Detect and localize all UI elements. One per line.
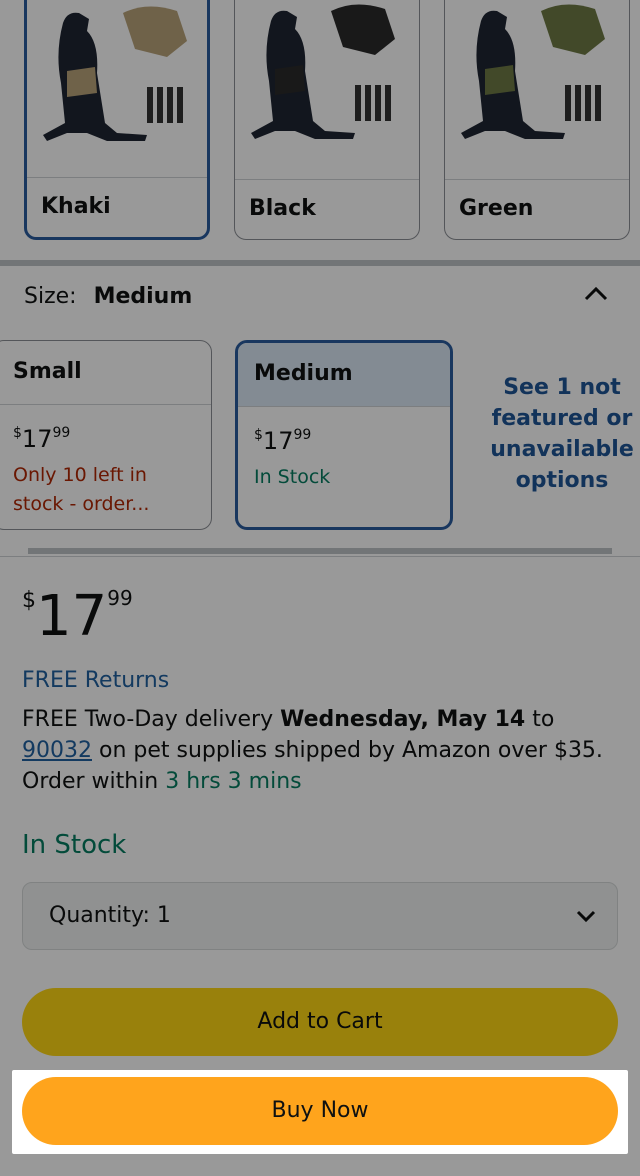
- stock-status: In Stock: [22, 830, 127, 860]
- product-image: [235, 0, 419, 181]
- size-option-small[interactable]: Small $1799 Only 10 left in stock - orde…: [0, 340, 212, 530]
- price: $1799: [22, 584, 133, 649]
- swatch-label: Black: [235, 179, 419, 239]
- buy-now-button[interactable]: Buy Now: [22, 1077, 618, 1145]
- add-to-cart-button[interactable]: Add to Cart: [22, 988, 618, 1056]
- size-option-price: $1799: [0, 405, 211, 453]
- price-fraction: 99: [107, 586, 133, 610]
- order-within-time: 3 hrs 3 mins: [165, 769, 302, 794]
- size-option-medium[interactable]: Medium $1799 In Stock: [235, 340, 453, 530]
- product-image: [27, 0, 207, 183]
- quantity-label: Quantity: 1: [49, 903, 171, 928]
- size-option-price: $1799: [238, 407, 450, 455]
- delivery-date: Wednesday, May 14: [280, 707, 526, 732]
- delivery-to: to: [532, 707, 555, 732]
- price-fraction: 99: [52, 425, 71, 441]
- color-swatch-green[interactable]: Green: [444, 0, 630, 240]
- price-whole: 17: [36, 584, 108, 649]
- availability-text: Only 10 left in stock - order...: [13, 464, 150, 515]
- swatch-label: Khaki: [27, 177, 207, 237]
- order-within-prefix: Order within: [22, 769, 159, 794]
- product-page: Khaki Black Green Size: Medium Small $17…: [0, 0, 640, 1176]
- section-divider: [0, 556, 640, 557]
- size-option-name: Medium: [238, 343, 450, 407]
- scroll-indicator: [28, 548, 612, 554]
- color-swatch-khaki[interactable]: Khaki: [24, 0, 210, 240]
- see-more-options-link[interactable]: See 1 not featured or unavailable option…: [486, 372, 638, 496]
- chevron-down-icon: [575, 905, 597, 927]
- swatch-label: Green: [445, 179, 629, 239]
- price-fraction: 99: [293, 427, 312, 443]
- delivery-suffix: on pet supplies shipped by Amazon over $…: [99, 738, 603, 763]
- zip-code-link[interactable]: 90032: [22, 738, 92, 763]
- product-image: [445, 0, 629, 181]
- size-selector-header: Size: Medium: [24, 284, 192, 309]
- currency-symbol: $: [13, 425, 22, 441]
- delivery-message: FREE Two-Day delivery Wednesday, May 14 …: [22, 704, 622, 797]
- size-value: Medium: [93, 284, 193, 309]
- section-divider: [0, 260, 640, 266]
- currency-symbol: $: [22, 588, 36, 613]
- delivery-prefix: FREE Two-Day delivery: [22, 707, 274, 732]
- free-returns-link[interactable]: FREE Returns: [22, 668, 169, 693]
- price-whole: 17: [21, 425, 53, 453]
- color-swatch-black[interactable]: Black: [234, 0, 420, 240]
- size-label: Size:: [24, 284, 77, 309]
- currency-symbol: $: [254, 427, 263, 443]
- availability-text: In Stock: [254, 466, 331, 488]
- quantity-select[interactable]: Quantity: 1: [22, 882, 618, 950]
- chevron-up-icon[interactable]: [583, 284, 609, 304]
- price-whole: 17: [262, 427, 294, 455]
- size-option-name: Small: [0, 341, 211, 405]
